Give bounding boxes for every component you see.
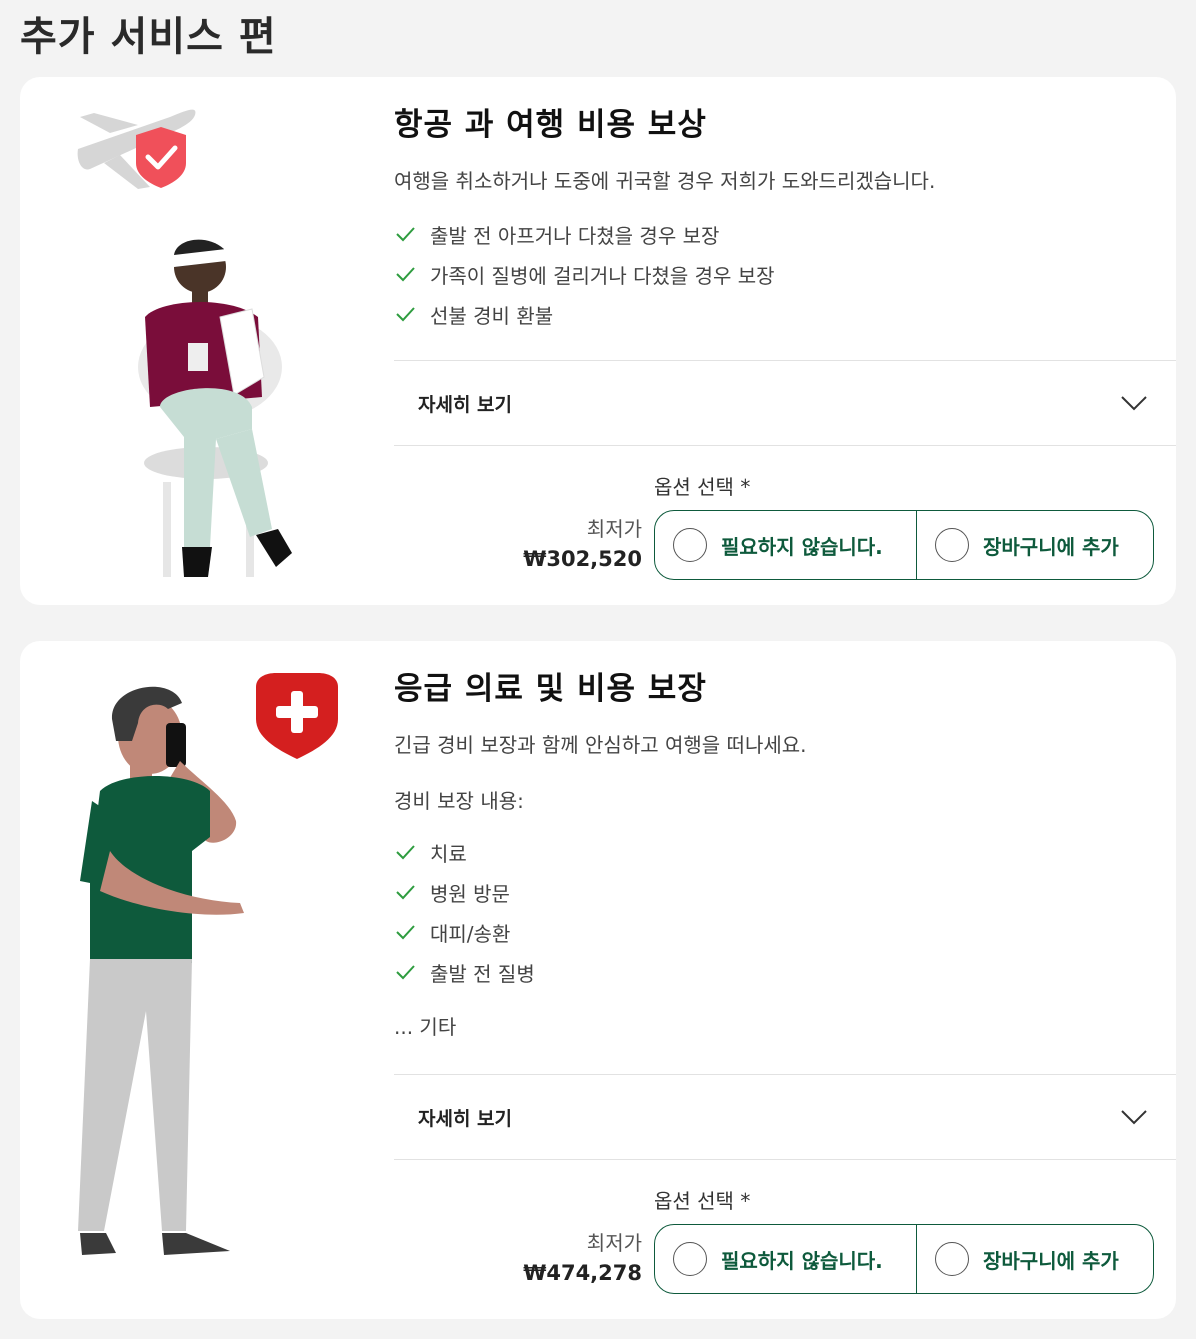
medical-cost-card: 응급 의료 및 비용 보장 긴급 경비 보장과 함께 안심하고 여행을 떠나세요… <box>20 641 1176 1319</box>
divider <box>394 445 1176 446</box>
details-label: 자세히 보기 <box>418 1107 513 1130</box>
radio-button[interactable] <box>673 1242 707 1276</box>
details-toggle[interactable]: 자세히 보기 <box>394 1075 1176 1159</box>
check-icon <box>396 307 415 322</box>
list-item: 대피/송환 <box>394 912 535 952</box>
list-item: 가족이 질병에 걸리거나 다쳤을 경우 보장 <box>394 254 775 294</box>
check-icon <box>396 925 415 940</box>
price-block: 최저가 ₩302,520 <box>502 514 642 574</box>
choice-label: 필요하지 않습니다. <box>721 534 883 559</box>
chevron-down-icon <box>1121 1110 1147 1125</box>
list-item: 병원 방문 <box>394 872 535 912</box>
list-item: 출발 전 아프거나 다쳤을 경우 보장 <box>394 214 775 254</box>
add-to-cart-option[interactable]: 장바구니에 추가 <box>917 511 1153 579</box>
option-label: 옵션 선택 * <box>654 475 751 499</box>
details-toggle[interactable]: 자세히 보기 <box>394 361 1176 445</box>
choice-label: 장바구니에 추가 <box>983 1248 1119 1273</box>
travel-cost-card: 항공 과 여행 비용 보상 여행을 취소하거나 도중에 귀국할 경우 저희가 도… <box>20 77 1176 605</box>
phone-caller-illustration <box>78 673 338 1255</box>
more-coverage: ... 기타 <box>394 1015 457 1039</box>
price-label: 최저가 <box>586 517 642 541</box>
card-description: 여행을 취소하거나 도중에 귀국할 경우 저희가 도와드리겠습니다. <box>394 169 936 193</box>
decline-option[interactable]: 필요하지 않습니다. <box>655 1225 917 1293</box>
list-item: 선불 경비 환불 <box>394 294 775 334</box>
choice-label: 필요하지 않습니다. <box>721 1248 883 1273</box>
benefit-label: 가족이 질병에 걸리거나 다쳤을 경우 보장 <box>430 263 775 288</box>
card-title: 응급 의료 및 비용 보장 <box>394 671 707 707</box>
card-description: 긴급 경비 보장과 함께 안심하고 여행을 떠나세요. <box>394 733 807 757</box>
decline-option[interactable]: 필요하지 않습니다. <box>655 511 917 579</box>
radio-button[interactable] <box>935 528 969 562</box>
benefit-label: 출발 전 질병 <box>430 961 535 986</box>
option-choice-group: 필요하지 않습니다. 장바구니에 추가 <box>654 1224 1154 1294</box>
radio-button[interactable] <box>673 528 707 562</box>
benefit-label: 병원 방문 <box>430 881 510 906</box>
radio-button[interactable] <box>935 1242 969 1276</box>
check-icon <box>396 845 415 860</box>
check-icon <box>396 227 415 242</box>
check-icon <box>396 267 415 282</box>
benefit-label: 선불 경비 환불 <box>430 303 554 328</box>
chevron-down-icon <box>1121 396 1147 411</box>
price-label: 최저가 <box>586 1231 642 1255</box>
benefit-label: 출발 전 아프거나 다쳤을 경우 보장 <box>430 223 720 248</box>
shield-plus-icon <box>256 673 338 759</box>
add-to-cart-option[interactable]: 장바구니에 추가 <box>917 1225 1153 1293</box>
benefit-list: 치료 병원 방문 대피/송환 출발 전 질병 <box>394 832 535 992</box>
benefit-label: 치료 <box>430 841 467 866</box>
benefit-label: 대피/송환 <box>430 921 511 946</box>
choice-label: 장바구니에 추가 <box>983 534 1119 559</box>
divider <box>394 1159 1176 1160</box>
card-title: 항공 과 여행 비용 보상 <box>394 107 707 143</box>
check-icon <box>396 885 415 900</box>
benefit-list: 출발 전 아프거나 다쳤을 경우 보장 가족이 질병에 걸리거나 다쳤을 경우 … <box>394 214 775 334</box>
option-label: 옵션 선택 * <box>654 1189 751 1213</box>
price-block: 최저가 ₩474,278 <box>502 1228 642 1288</box>
shield-check-icon <box>136 127 186 188</box>
page-title: 추가 서비스 편 <box>20 14 277 60</box>
injured-traveler-illustration <box>77 109 292 577</box>
price-value: ₩474,278 <box>523 1261 642 1285</box>
list-item: 출발 전 질병 <box>394 952 535 992</box>
coverage-subheading: 경비 보장 내용: <box>394 789 524 813</box>
option-choice-group: 필요하지 않습니다. 장바구니에 추가 <box>654 510 1154 580</box>
check-icon <box>396 965 415 980</box>
price-value: ₩302,520 <box>523 547 642 571</box>
details-label: 자세히 보기 <box>418 393 513 416</box>
list-item: 치료 <box>394 832 535 872</box>
